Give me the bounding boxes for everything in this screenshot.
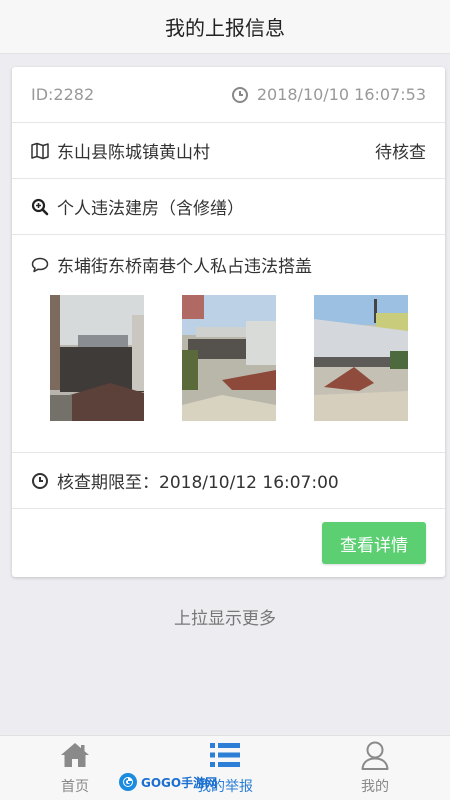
bottom-tab-bar: 首页 我的举报 我的 [0,735,450,800]
photo-thumbnail[interactable] [182,295,276,421]
location-text: 东山县陈城镇黄山村 [57,143,210,163]
clock-icon [31,472,49,490]
top-bar: 我的上报信息 [0,0,450,54]
action-row: 查看详情 [12,509,445,577]
location-row: 东山县陈城镇黄山村 待核查 [12,123,445,179]
comment-icon [31,256,49,274]
clock-icon [231,86,249,104]
category-row: 个人违法建房（含修缮） [12,179,445,235]
report-id: ID:2282 [31,85,95,104]
photo-thumbnail[interactable] [314,295,408,421]
photo-gallery [50,295,408,421]
description-row: 东埔街东桥南巷个人私占违法搭盖 [12,235,445,453]
report-card[interactable]: ID:2282 2018/10/10 16:07:53 东山县陈城镇黄山村 待核… [12,67,445,577]
status-badge: 待核查 [375,143,426,163]
view-details-button[interactable]: 查看详情 [322,522,426,564]
report-id-row: ID:2282 2018/10/10 16:07:53 [12,67,445,123]
pull-to-load-more: 上拉显示更多 [174,609,276,629]
search-plus-icon [31,198,49,216]
tab-home-label: 首页 [61,779,89,795]
photo-thumbnail[interactable] [50,295,144,421]
description-text: 东埔街东桥南巷个人私占违法搭盖 [57,257,312,277]
gogo-logo-icon [118,772,138,792]
category-text: 个人违法建房（含修缮） [57,199,244,219]
list-icon [209,740,241,770]
report-time: 2018/10/10 16:07:53 [256,85,426,104]
deadline-row: 核查期限至：2018/10/12 16:07:00 [12,453,445,509]
tab-profile[interactable]: 我的 [315,740,435,796]
home-icon [59,740,91,770]
user-icon [359,740,391,770]
tab-profile-label: 我的 [361,779,389,795]
map-icon [31,142,49,160]
watermark-text: GOGO手游网 [141,775,218,790]
page-title: 我的上报信息 [165,16,285,40]
watermark: GOGO手游网 [118,772,217,792]
deadline-text: 核查期限至：2018/10/12 16:07:00 [57,473,339,493]
tab-home[interactable]: 首页 [15,740,135,796]
